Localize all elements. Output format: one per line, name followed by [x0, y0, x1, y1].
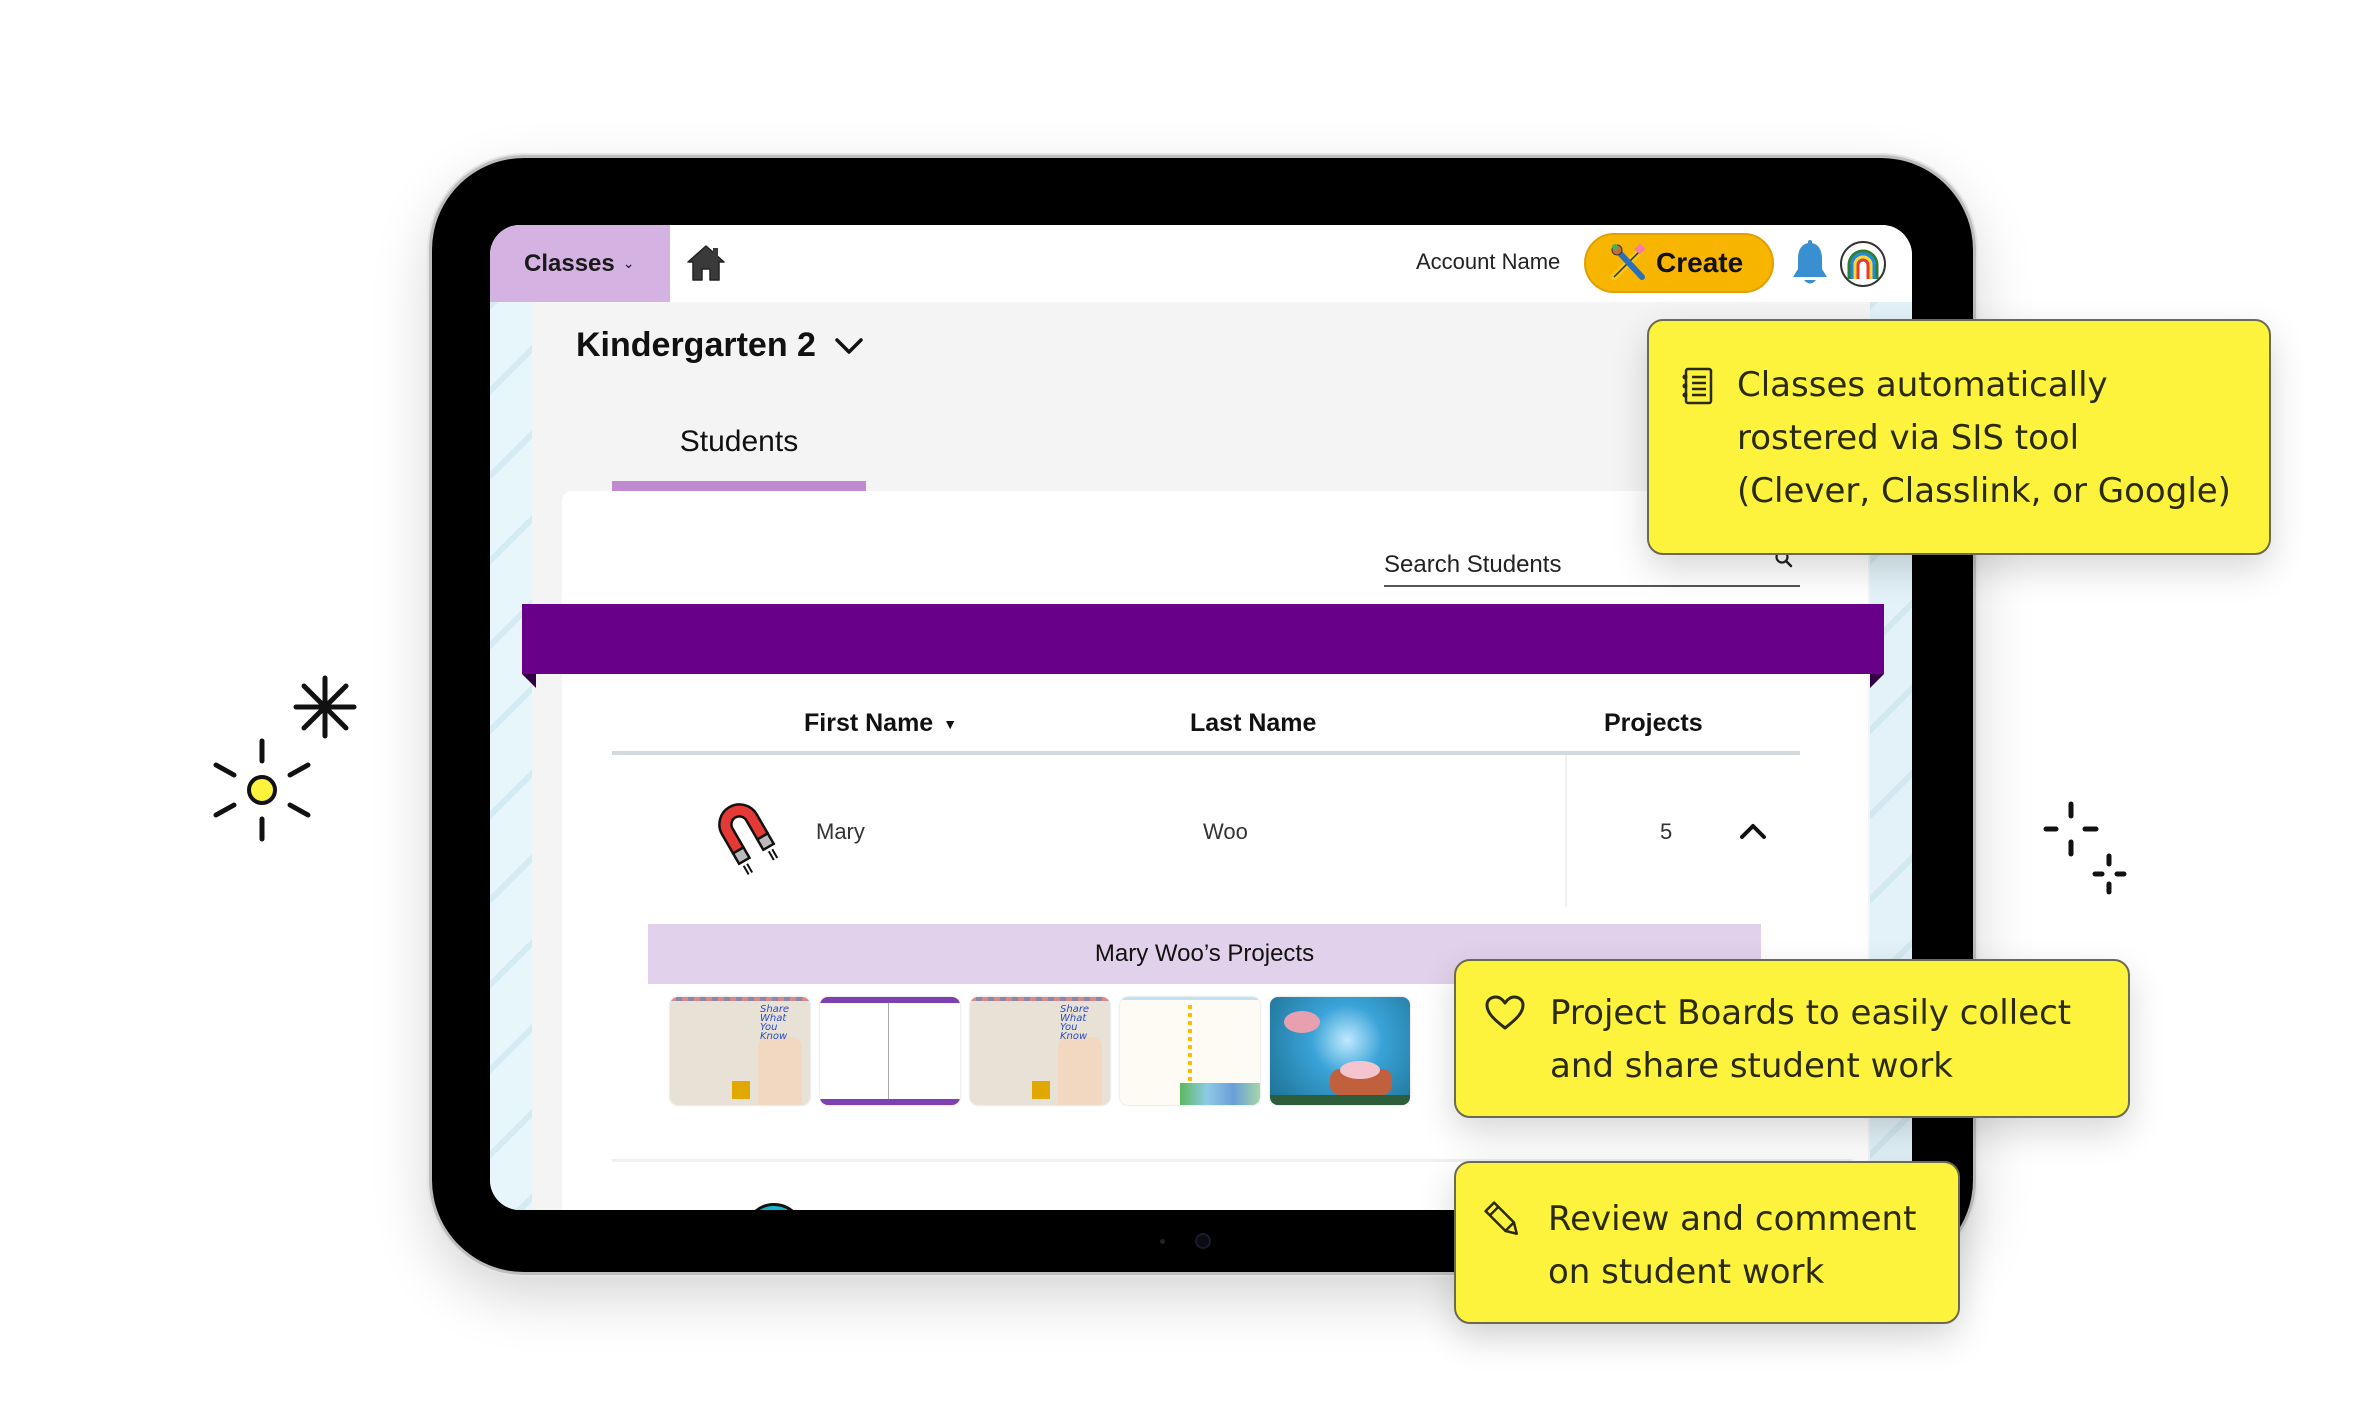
account-name[interactable]: Account Name	[1416, 249, 1560, 275]
pencil-icon	[1484, 1201, 1518, 1235]
notebook-icon	[1682, 367, 1713, 405]
create-label: Create	[1656, 247, 1744, 278]
sort-descending-icon: ▼	[943, 716, 958, 733]
user-avatar[interactable]	[1840, 241, 1886, 287]
column-header-projects[interactable]: Projects	[1604, 709, 1703, 738]
cell-projects-count: 5	[1660, 819, 1673, 844]
tablet-sensor	[1160, 1239, 1165, 1244]
home-icon[interactable]	[686, 243, 726, 283]
callout-text: Project Boards to easily collect and sha…	[1550, 993, 2072, 1086]
callout-review-comment: Review and comment on student work	[1454, 1161, 1960, 1324]
top-nav-bar: Classes ⌄ Account Name Create	[490, 225, 1912, 302]
project-thumbnail[interactable]	[820, 997, 960, 1105]
cell-last-name: Woo	[1203, 819, 1248, 844]
rainbow-avatar-icon	[1847, 249, 1879, 279]
students-table-header: First Name ▼ Last Name Projects	[612, 697, 1800, 755]
paintbrush-pencil-icon	[1610, 243, 1646, 281]
tab-students-label: Students	[679, 424, 799, 458]
classes-label: Classes	[524, 249, 615, 277]
project-thumbnail[interactable]: Share What You Know	[670, 997, 810, 1105]
thumbnail-caption: Share What You Know	[1060, 1004, 1090, 1042]
student-avatar-partial	[744, 1203, 804, 1210]
cell-first-name: Mary	[816, 819, 865, 844]
column-label: Last Name	[1190, 709, 1317, 737]
project-thumbnails: Share What You Know Share What You Know	[670, 997, 1410, 1105]
bell-icon[interactable]	[1790, 239, 1830, 289]
project-thumbnail[interactable]: Share What You Know	[970, 997, 1110, 1105]
column-header-first-name[interactable]: First Name ▼	[804, 709, 957, 738]
student-projects-title: Mary Woo’s Projects	[1094, 940, 1315, 967]
banner-fold-right	[1870, 674, 1884, 688]
column-divider	[1565, 755, 1567, 907]
callout-project-boards: Project Boards to easily collect and sha…	[1454, 959, 2130, 1118]
asterisk-sparkle-icon	[293, 675, 357, 739]
callout-text: Review and comment on student work	[1548, 1199, 1917, 1292]
banner-fold-left	[522, 674, 536, 688]
create-button[interactable]: Create	[1584, 233, 1774, 293]
column-label: Projects	[1604, 709, 1703, 737]
sun-sparkle-icon	[213, 738, 311, 842]
twinkle-sparkle-icon	[2043, 801, 2127, 895]
magnet-icon	[718, 803, 779, 875]
table-row[interactable]: Mary Woo 5	[612, 755, 1800, 921]
chevron-down-icon: ⌄	[622, 255, 635, 271]
column-header-last-name[interactable]: Last Name	[1190, 709, 1316, 738]
class-banner	[522, 604, 1884, 688]
class-selector[interactable]: Kindergarten 2	[576, 326, 864, 365]
background-pattern-left	[490, 302, 532, 1210]
classes-menu-button[interactable]: Classes ⌄	[490, 225, 670, 302]
project-thumbnail[interactable]	[1270, 997, 1410, 1105]
tab-students[interactable]: Students	[612, 402, 866, 491]
callout-text: Classes automatically rostered via SIS t…	[1737, 365, 2231, 511]
class-title: Kindergarten 2	[576, 326, 816, 364]
thumbnail-caption: Share What You Know	[760, 1004, 790, 1042]
chevron-up-icon[interactable]	[1738, 819, 1768, 843]
heart-icon	[1485, 995, 1525, 1030]
column-label: First Name	[804, 709, 934, 737]
project-thumbnail[interactable]	[1120, 997, 1260, 1105]
chevron-down-icon	[835, 337, 863, 354]
tablet-camera	[1195, 1233, 1211, 1249]
callout-rostering: Classes automatically rostered via SIS t…	[1647, 319, 2271, 555]
